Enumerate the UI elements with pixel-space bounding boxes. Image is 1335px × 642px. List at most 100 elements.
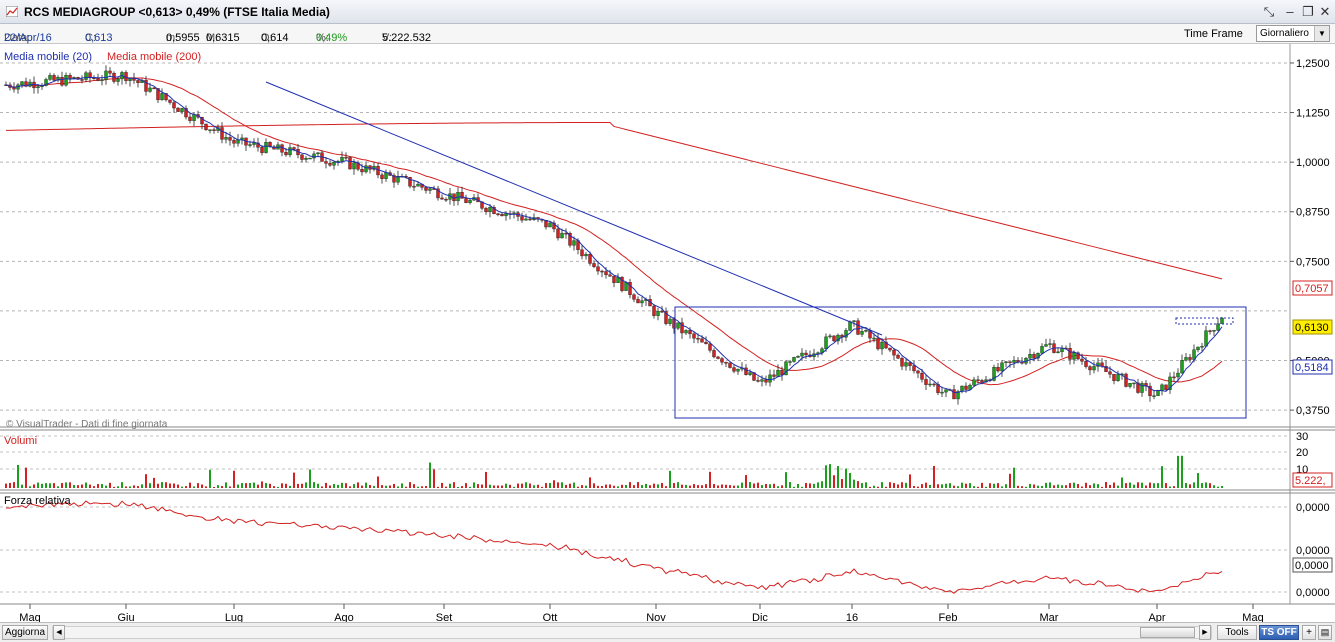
volume-bar [1053, 485, 1055, 488]
volume-bar [201, 484, 203, 488]
volume-bar [129, 486, 131, 488]
volume-bar [745, 475, 747, 488]
volume-bar [593, 483, 595, 488]
volume-bar [1197, 473, 1199, 488]
volume-bar [1185, 482, 1187, 488]
volume-bar [669, 470, 671, 488]
volume-bar [321, 486, 323, 488]
volume-bar [1165, 483, 1167, 488]
volume-bar [41, 483, 43, 488]
dropdown-arrow-icon[interactable]: ▼ [1314, 26, 1329, 41]
volume-bar [121, 482, 123, 488]
volume-bar [705, 484, 707, 488]
volume-bar [245, 483, 247, 488]
volume-bar [1105, 482, 1107, 488]
volume-bar [933, 465, 935, 488]
volume-bar [841, 479, 843, 488]
volume-bar [505, 483, 507, 488]
volume-bar [221, 486, 223, 488]
minimize-button[interactable]: – [1283, 5, 1297, 18]
y-tick-label: 1,2500 [1296, 58, 1330, 70]
time-frame-select[interactable]: Giornaliero ▼ [1256, 25, 1330, 42]
close-button[interactable]: ✕ [1318, 5, 1332, 18]
volume-bar [141, 484, 143, 488]
volume-bar [421, 486, 423, 488]
svg-text:0,5184: 0,5184 [1295, 362, 1329, 374]
menu-more-button[interactable]: ▤ [1318, 625, 1332, 640]
volume-bar [1221, 486, 1223, 488]
volume-bar [397, 486, 399, 488]
volume-bar [581, 485, 583, 488]
volume-bar [213, 486, 215, 488]
y-tick-label: 0,7500 [1296, 256, 1330, 268]
volume-bar [289, 485, 291, 488]
volume-bar [917, 486, 919, 488]
volume-bar [805, 482, 807, 488]
volume-bar [765, 484, 767, 488]
volume-bar [1177, 455, 1179, 488]
volume-bar [461, 486, 463, 488]
scrollbar-thumb[interactable] [1140, 627, 1195, 638]
scroll-left-button[interactable]: ◀ [53, 625, 65, 640]
volume-bar [1049, 482, 1051, 488]
volume-bar [449, 483, 451, 488]
volume-bar [601, 486, 603, 488]
volume-bar [1097, 484, 1099, 488]
volume-bar [621, 484, 623, 488]
rs-tick-label: 0,0000 [1296, 545, 1330, 557]
quote-info-bar: Data: 22/Apr/16 C: 0,613 m: 0,5955 M: 0,6315… [0, 24, 1335, 44]
volume-bar [1025, 486, 1027, 488]
refresh-button[interactable]: Aggiorna [2, 625, 48, 640]
volume-bar [361, 485, 363, 488]
zoom-in-button[interactable]: + [1302, 625, 1316, 640]
volume-bar [789, 482, 791, 488]
restore-button[interactable]: ❐ [1301, 5, 1315, 18]
volume-bar [349, 486, 351, 488]
volume-bar [1217, 486, 1219, 488]
volume-bar [1069, 483, 1071, 488]
volume-bar [1157, 483, 1159, 488]
volume-bar [153, 477, 155, 488]
volume-bar [537, 484, 539, 488]
volume-bar [409, 482, 411, 488]
pin-icon[interactable]: ⤡ [1262, 5, 1276, 18]
volume-bar [197, 483, 199, 488]
volume-bar [685, 484, 687, 488]
volume-bar [477, 484, 479, 488]
svg-text:0,7057: 0,7057 [1295, 283, 1329, 295]
volume-bar [521, 483, 523, 488]
volume-bar [145, 474, 147, 488]
volume-bar [845, 468, 847, 488]
volume-bar [993, 483, 995, 488]
volume-bar [693, 484, 695, 488]
scroll-right-button[interactable]: ▶ [1199, 625, 1211, 640]
volume-bar [1037, 485, 1039, 488]
volume-bar [185, 486, 187, 488]
volume-bar [501, 485, 503, 488]
volume-bar [297, 483, 299, 488]
volume-bar [1125, 483, 1127, 488]
volume-bar [677, 482, 679, 488]
volume-bar [237, 484, 239, 488]
volume-bar [1073, 482, 1075, 488]
volume-bar [1153, 483, 1155, 488]
ts-off-button[interactable]: TS OFF [1259, 625, 1299, 640]
horizontal-scrollbar[interactable] [52, 626, 1212, 639]
volume-bar [257, 484, 259, 488]
volume-bar [413, 484, 415, 488]
volume-bar [561, 482, 563, 488]
time-frame-label: Time Frame [1184, 28, 1243, 40]
volume-bar [701, 485, 703, 488]
x-tick-label: Set [436, 612, 453, 622]
volume-bar [989, 483, 991, 488]
volume-bar [657, 484, 659, 488]
volume-bar [29, 486, 31, 488]
chart-app-icon [6, 6, 18, 17]
volume-bar [337, 484, 339, 488]
volume-bar [301, 483, 303, 488]
volume-bar [577, 486, 579, 488]
volume-bar [953, 485, 955, 488]
volume-bar [425, 486, 427, 488]
chart-canvas[interactable]: Media mobile (20) Media mobile (200) © V… [0, 44, 1335, 622]
tools-button[interactable]: Tools [1217, 625, 1257, 640]
